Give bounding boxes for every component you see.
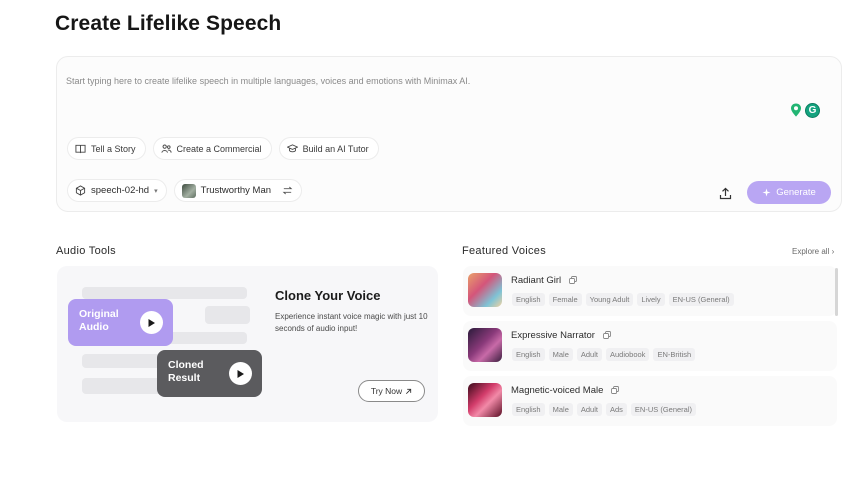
- voice-name-row: Magnetic-voiced Male: [511, 385, 619, 396]
- voice-avatar: [468, 383, 502, 417]
- speech-editor: G Tell a Story Create a Commercial Build…: [56, 56, 842, 212]
- clone-voice-card: Original Audio Cloned Result Clone Your …: [57, 266, 438, 422]
- chip-label: Tell a Story: [91, 143, 136, 154]
- voice-item[interactable]: Expressive Narrator English Male Adult A…: [463, 321, 837, 371]
- model-label: speech-02-hd: [91, 185, 150, 196]
- generate-button[interactable]: Generate: [747, 181, 831, 204]
- illustration-bar: [82, 354, 167, 368]
- editor-controls: speech-02-hd ▾ Trustworthy Man: [67, 179, 303, 202]
- voice-label: Trustworthy Man: [200, 185, 272, 196]
- model-select[interactable]: speech-02-hd ▾: [67, 179, 167, 202]
- chip-label: Build an AI Tutor: [302, 143, 369, 154]
- grammar-check-icon[interactable]: G: [805, 102, 820, 118]
- original-audio-card[interactable]: Original Audio: [68, 299, 173, 346]
- generate-label: Generate: [776, 187, 816, 198]
- graduation-cap-icon: [286, 144, 298, 153]
- chevron-down-icon: ▾: [154, 187, 158, 195]
- voice-tag: Male: [548, 403, 573, 416]
- illustration-bar: [82, 287, 247, 299]
- voice-tag: English: [512, 293, 545, 306]
- voice-tag: Young Adult: [585, 293, 634, 306]
- people-icon: [160, 144, 172, 153]
- extension-icons: G: [790, 101, 820, 119]
- chevron-right-icon: ›: [831, 247, 835, 256]
- page-title: Create Lifelike Speech: [55, 12, 282, 35]
- voice-tag: English: [512, 403, 545, 416]
- swap-icon: [282, 186, 293, 195]
- featured-voices-title: Featured Voices: [462, 245, 546, 257]
- voice-avatar: [468, 328, 502, 362]
- play-icon: [237, 369, 244, 378]
- voice-tag: English: [512, 348, 545, 361]
- book-icon: [75, 144, 86, 154]
- voice-name: Expressive Narrator: [511, 330, 595, 341]
- chip-label: Create a Commercial: [176, 143, 262, 154]
- cloned-result-label: Cloned Result: [168, 359, 204, 384]
- voice-tag: EN-British: [653, 348, 696, 361]
- voice-item[interactable]: Magnetic-voiced Male English Male Adult …: [463, 376, 837, 426]
- audio-tools-title: Audio Tools: [56, 245, 116, 257]
- upload-button[interactable]: [714, 182, 736, 204]
- voice-name: Magnetic-voiced Male: [511, 385, 604, 396]
- clone-voice-title: Clone Your Voice: [275, 288, 381, 303]
- chip-tell-a-story[interactable]: Tell a Story: [67, 137, 146, 160]
- original-audio-label: Original Audio: [79, 308, 119, 333]
- prompt-chips: Tell a Story Create a Commercial Build a…: [67, 137, 379, 160]
- explore-all-label: Explore all: [792, 247, 830, 256]
- copy-icon[interactable]: [602, 331, 611, 339]
- sparkle-icon: [762, 188, 771, 197]
- play-cloned-button[interactable]: [229, 362, 252, 385]
- location-pin-icon[interactable]: [790, 103, 802, 117]
- chip-build-an-ai-tutor[interactable]: Build an AI Tutor: [278, 137, 379, 160]
- cube-icon: [75, 185, 86, 196]
- voice-tag: Ads: [605, 403, 627, 416]
- copy-icon[interactable]: [611, 386, 619, 394]
- voice-tag: Male: [548, 348, 573, 361]
- cloned-result-card[interactable]: Cloned Result: [157, 350, 262, 397]
- voice-tag: EN-US (General): [630, 403, 697, 416]
- voice-name-row: Radiant Girl: [511, 275, 577, 286]
- copy-icon[interactable]: [568, 276, 577, 284]
- voice-tag: Lively: [637, 293, 665, 306]
- voice-name: Radiant Girl: [511, 275, 562, 286]
- voice-tag: Adult: [576, 403, 602, 416]
- play-icon: [148, 318, 155, 327]
- try-now-button[interactable]: Try Now: [358, 380, 425, 402]
- illustration-bar: [205, 306, 250, 324]
- voice-tags: English Male Adult Audiobook EN-British: [512, 348, 696, 361]
- explore-all-link[interactable]: Explore all ›: [792, 247, 834, 256]
- voice-select[interactable]: Trustworthy Man: [173, 179, 303, 202]
- upload-icon: [719, 187, 731, 199]
- voices-scrollbar[interactable]: [835, 268, 838, 316]
- chip-create-a-commercial[interactable]: Create a Commercial: [152, 137, 272, 160]
- voice-tags: English Female Young Adult Lively EN-US …: [512, 293, 734, 306]
- voice-tag: Female: [548, 293, 582, 306]
- voice-tag: Adult: [576, 348, 602, 361]
- voice-item[interactable]: Radiant Girl English Female Young Adult …: [463, 266, 837, 316]
- try-now-label: Try Now: [370, 386, 403, 396]
- featured-voices-list: Radiant Girl English Female Young Adult …: [463, 266, 837, 426]
- voice-tag: EN-US (General): [668, 293, 734, 306]
- speech-text-input[interactable]: [66, 70, 726, 92]
- voice-tag: Audiobook: [605, 348, 650, 361]
- arrow-up-right-icon: [406, 388, 412, 394]
- voice-tags: English Male Adult Ads EN-US (General): [512, 403, 697, 416]
- voice-avatar: [468, 273, 502, 307]
- play-original-button[interactable]: [140, 311, 163, 334]
- voice-avatar: [181, 183, 196, 198]
- voice-name-row: Expressive Narrator: [511, 330, 611, 341]
- clone-voice-description: Experience instant voice magic with just…: [275, 312, 428, 333]
